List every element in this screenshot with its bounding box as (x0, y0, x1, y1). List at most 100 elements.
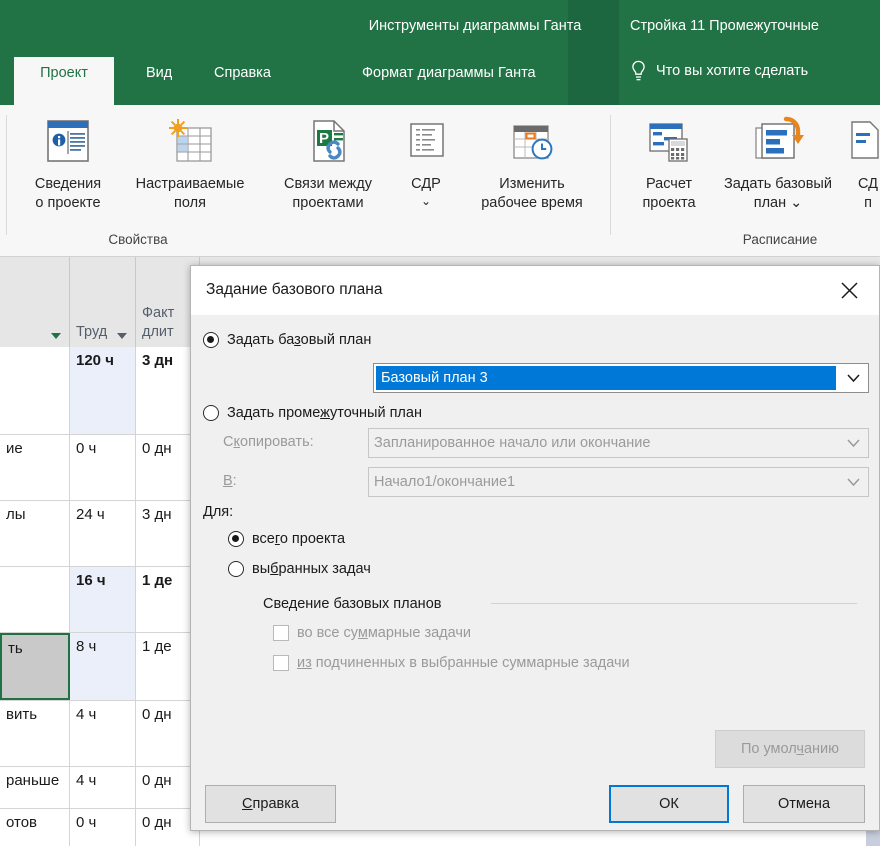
column-header-trud[interactable]: Труд (70, 257, 136, 347)
checkbox-all-summary-tasks-label: во все суммарные задачи (297, 625, 472, 641)
into-select-value: Начало1/окончание1 (374, 474, 516, 490)
dialog-body: Задать базовый план Базовый план 3 Задат… (191, 315, 879, 830)
group-label-schedule: Расписание (742, 232, 818, 247)
cell-task-name[interactable]: отов (0, 809, 70, 846)
project-information-button[interactable]: Сведения о проекте (20, 113, 116, 213)
checkbox-all-summary-tasks[interactable]: во все суммарные задачи (273, 625, 471, 641)
calculate-project-button[interactable]: Расчет проекта (626, 113, 712, 213)
cell-task-name[interactable] (0, 347, 70, 434)
radio-selected-tasks-indicator[interactable] (228, 561, 244, 577)
ribbon-divider-left (6, 115, 7, 235)
chevron-down-icon[interactable] (838, 429, 868, 457)
cell-trud[interactable]: 120 ч (70, 347, 136, 434)
checkbox-from-subtasks-box[interactable] (273, 655, 289, 671)
cell-trud[interactable]: 8 ч (70, 633, 136, 700)
rollup-group-line (491, 603, 857, 604)
into-field-label: В: (223, 473, 237, 489)
set-baseline-button[interactable]: Задать базовый план ⌄ (716, 113, 840, 213)
copy-field-label: Скопировать: (223, 434, 314, 450)
ribbon-body: Сведения о проекте Настраиваемые поля P … (0, 105, 880, 257)
copy-select-value: Запланированное начало или окончание (374, 435, 651, 451)
baseline-select-value: Базовый план 3 (376, 366, 836, 390)
tab-spravka[interactable]: Справка (200, 57, 285, 105)
cell-trud[interactable]: 0 ч (70, 435, 136, 500)
change-working-time-label: Изменить рабочее время (481, 176, 583, 211)
custom-fields-icon (161, 113, 219, 171)
chevron-down-icon[interactable] (838, 364, 868, 392)
baseline-select[interactable]: Базовый план 3 (373, 363, 869, 393)
custom-fields-label: Настраиваемые поля (135, 176, 245, 211)
column-header-trud-label: Труд (76, 324, 108, 340)
tell-me-box[interactable]: Что вы хотите сделать (630, 60, 808, 82)
column-header-name[interactable] (0, 257, 70, 347)
radio-whole-project-label: всего проекта (252, 531, 346, 547)
help-button-label: Справка (242, 796, 299, 812)
radio-set-interim-plan-indicator[interactable] (203, 405, 219, 421)
cell-trud[interactable]: 24 ч (70, 501, 136, 566)
ribbon-top-bar: Инструменты диаграммы Ганта Стройка 11 П… (0, 0, 880, 105)
move-project-button[interactable]: СД п (846, 113, 880, 213)
tell-me-label: Что вы хотите сделать (656, 63, 809, 79)
wbs-icon (401, 113, 451, 171)
window-title: Стройка 11 Промежуточные (630, 18, 819, 34)
radio-set-baseline[interactable]: Задать базовый план (203, 332, 371, 348)
calculate-project-icon (640, 113, 698, 171)
set-baseline-label: Задать базовый план ⌄ (724, 176, 832, 211)
filter-arrow-icon[interactable] (117, 333, 127, 339)
cell-task-name[interactable]: ть (0, 633, 70, 700)
links-between-projects-button[interactable]: P Связи между проектами (265, 113, 391, 213)
radio-set-interim-plan-label: Задать промежуточный план (227, 405, 422, 421)
close-button[interactable] (829, 274, 869, 306)
links-between-projects-label: Связи между проектами (284, 176, 372, 211)
rollup-group-title: Сведение базовых планов (263, 596, 442, 612)
calculate-project-label: Расчет проекта (642, 176, 696, 211)
dialog-title: Задание базового плана (206, 281, 383, 298)
ribbon-divider-middle (610, 115, 611, 235)
default-button[interactable]: По умолчанию (715, 730, 865, 768)
cell-task-name[interactable]: лы (0, 501, 70, 566)
move-project-icon (846, 113, 880, 171)
project-information-icon (40, 113, 96, 171)
cell-task-name[interactable]: вить (0, 701, 70, 766)
for-label: Для: (203, 504, 234, 520)
group-label-properties: Свойства (108, 232, 168, 247)
custom-fields-button[interactable]: Настраиваемые поля (118, 113, 262, 213)
wbs-caret-icon[interactable]: ⌄ (421, 192, 431, 211)
radio-set-baseline-indicator[interactable] (203, 332, 219, 348)
links-between-projects-icon: P (300, 113, 356, 171)
close-icon (840, 281, 858, 299)
cancel-button[interactable]: Отмена (743, 785, 865, 823)
radio-set-interim-plan[interactable]: Задать промежуточный план (203, 405, 422, 421)
ok-button[interactable]: ОК (609, 785, 729, 823)
lightbulb-icon (632, 60, 645, 81)
change-working-time-icon (503, 113, 561, 171)
tab-proekt[interactable]: Проект (14, 57, 114, 105)
column-header-fakt-dlit-label: Факт длит (142, 305, 175, 340)
cell-task-name[interactable]: раньше (0, 767, 70, 808)
cell-trud[interactable]: 4 ч (70, 701, 136, 766)
into-select[interactable]: Начало1/окончание1 (368, 467, 869, 497)
context-tab-band (568, 0, 619, 105)
cell-trud[interactable]: 16 ч (70, 567, 136, 632)
move-project-label: СД п (858, 176, 878, 211)
filter-arrow-icon[interactable] (51, 333, 61, 339)
radio-whole-project[interactable]: всего проекта (228, 531, 345, 547)
cell-trud[interactable]: 0 ч (70, 809, 136, 846)
radio-whole-project-indicator[interactable] (228, 531, 244, 547)
checkbox-from-subtasks[interactable]: из подчиненных в выбранные суммарные зад… (273, 655, 630, 671)
wbs-button[interactable]: СДР ⌄ (396, 113, 456, 211)
radio-set-baseline-label: Задать базовый план (227, 332, 372, 348)
copy-select[interactable]: Запланированное начало или окончание (368, 428, 869, 458)
help-button[interactable]: Справка (205, 785, 336, 823)
tab-vid[interactable]: Вид (132, 57, 186, 105)
set-baseline-dialog: Задание базового плана Задать базовый пл… (190, 265, 880, 831)
checkbox-all-summary-tasks-box[interactable] (273, 625, 289, 641)
chevron-down-icon[interactable] (838, 468, 868, 496)
tab-format-gantt-chart[interactable]: Формат диаграммы Ганта (348, 57, 550, 105)
radio-selected-tasks[interactable]: выбранных задач (228, 561, 371, 577)
cell-trud[interactable]: 4 ч (70, 767, 136, 808)
cell-task-name[interactable]: ие (0, 435, 70, 500)
cell-task-name[interactable] (0, 567, 70, 632)
radio-selected-tasks-label: выбранных задач (252, 561, 371, 577)
change-working-time-button[interactable]: Изменить рабочее время (462, 113, 602, 213)
